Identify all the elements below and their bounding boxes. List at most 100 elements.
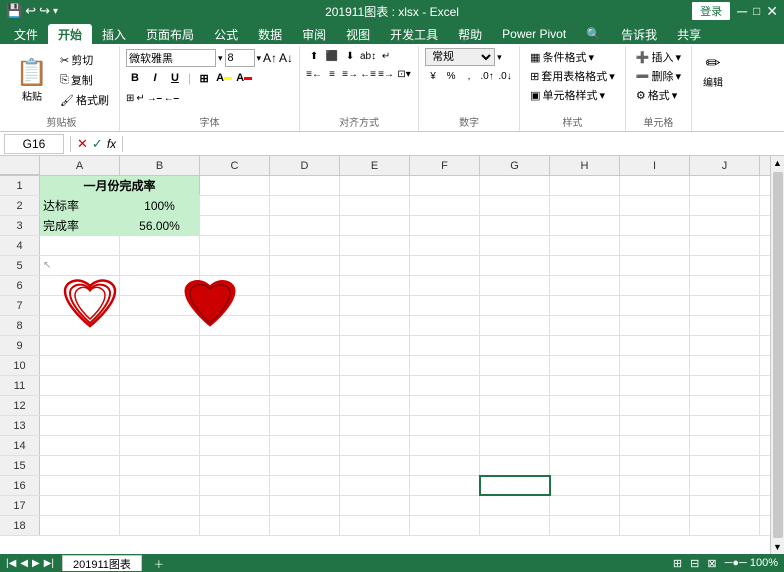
cell-g11[interactable] <box>480 376 550 395</box>
cell-c6[interactable] <box>200 276 270 295</box>
col-header-b[interactable]: B <box>120 156 200 175</box>
redo-icon[interactable]: ↪ <box>39 3 50 19</box>
cell-g9[interactable] <box>480 336 550 355</box>
cell-f6[interactable] <box>410 276 480 295</box>
scroll-down-button[interactable]: ▼ <box>771 540 784 554</box>
cell-j2[interactable] <box>690 196 760 215</box>
text-direction-button[interactable]: ab↕ <box>360 48 376 64</box>
sheet-nav-prev[interactable]: ◀ <box>20 558 28 569</box>
cell-e5[interactable] <box>340 256 410 275</box>
undo-icon[interactable]: ↩ <box>25 3 36 19</box>
cell-f2[interactable] <box>410 196 480 215</box>
cell-i8[interactable] <box>620 316 690 335</box>
zoom-slider[interactable]: ─●─ 100% <box>725 557 778 570</box>
cell-d5[interactable] <box>270 256 340 275</box>
cell-style-button[interactable]: ▣ 单元格样式▾ <box>526 86 619 104</box>
cell-j11[interactable] <box>690 376 760 395</box>
cell-j4[interactable] <box>690 236 760 255</box>
cell-i9[interactable] <box>620 336 690 355</box>
cell-c5[interactable] <box>200 256 270 275</box>
cell-d7[interactable] <box>270 296 340 315</box>
row-header-18[interactable]: 18 <box>0 516 40 535</box>
align-center-button[interactable]: ≡ <box>324 66 340 82</box>
underline-button[interactable]: U <box>166 69 184 87</box>
close-icon[interactable]: ✕ <box>766 3 778 20</box>
cut-button[interactable]: ✂ 剪切 <box>56 51 113 69</box>
cell-b11[interactable] <box>120 376 200 395</box>
cell-c9[interactable] <box>200 336 270 355</box>
cell-i1[interactable] <box>620 176 690 195</box>
cell-i6[interactable] <box>620 276 690 295</box>
cell-g7[interactable] <box>480 296 550 315</box>
comma-button[interactable]: , <box>461 68 477 84</box>
cell-j9[interactable] <box>690 336 760 355</box>
font-size-decrease-icon[interactable]: A↓ <box>279 51 293 65</box>
align-top-button[interactable]: ⬆ <box>306 48 322 64</box>
tab-share[interactable]: 共享 <box>667 24 711 44</box>
tab-home[interactable]: 开始 <box>48 24 92 44</box>
sheet-tab-1[interactable]: 201911图表 <box>62 555 142 571</box>
normal-view-button[interactable]: ⊞ <box>673 557 682 570</box>
cell-c3[interactable] <box>200 216 270 235</box>
font-size-input[interactable] <box>225 49 255 67</box>
col-header-d[interactable]: D <box>270 156 340 175</box>
increase-indent-btn[interactable]: ≡→ <box>378 66 394 82</box>
cell-a5[interactable]: ↖ <box>40 256 120 275</box>
row-header-11[interactable]: 11 <box>0 376 40 395</box>
tab-data[interactable]: 数据 <box>248 24 292 44</box>
border-button[interactable]: ⊞ <box>195 69 213 87</box>
page-layout-view-button[interactable]: ⊟ <box>690 557 699 570</box>
cell-h7[interactable] <box>550 296 620 315</box>
row-header-8[interactable]: 8 <box>0 316 40 335</box>
col-header-h[interactable]: H <box>550 156 620 175</box>
decrease-indent-btn[interactable]: ←≡ <box>360 66 376 82</box>
font-family-input[interactable] <box>126 49 216 67</box>
cell-j7[interactable] <box>690 296 760 315</box>
cell-e4[interactable] <box>340 236 410 255</box>
cell-b2[interactable]: 100% <box>120 196 200 215</box>
cell-a4[interactable] <box>40 236 120 255</box>
cell-i7[interactable] <box>620 296 690 315</box>
sheet-nav-next[interactable]: ▶ <box>32 558 40 569</box>
copy-button[interactable]: ⎘ 复制 <box>56 71 113 89</box>
cancel-formula-icon[interactable]: ✕ <box>77 136 88 152</box>
cell-j5[interactable] <box>690 256 760 275</box>
row-header-15[interactable]: 15 <box>0 456 40 475</box>
cell-f3[interactable] <box>410 216 480 235</box>
format-cells-button[interactable]: ⚙ 格式▾ <box>632 86 685 104</box>
formula-input[interactable] <box>129 134 780 154</box>
cell-h2[interactable] <box>550 196 620 215</box>
align-left-button[interactable]: ≡← <box>306 66 322 82</box>
row-header-12[interactable]: 12 <box>0 396 40 415</box>
cell-e3[interactable] <box>340 216 410 235</box>
wrap-text-icon[interactable]: ↵ <box>136 93 144 104</box>
cell-a2[interactable]: 达标率 <box>40 196 120 215</box>
cell-h4[interactable] <box>550 236 620 255</box>
row-header-6[interactable]: 6 <box>0 276 40 295</box>
cell-b7[interactable] <box>120 296 200 315</box>
conditional-format-button[interactable]: ▦ 条件格式▾ <box>526 48 619 66</box>
cell-e11[interactable] <box>340 376 410 395</box>
merge-cell-icon[interactable]: ⊞ <box>126 93 134 104</box>
cell-h1[interactable] <box>550 176 620 195</box>
cell-a7[interactable] <box>40 296 120 315</box>
cell-g1[interactable] <box>480 176 550 195</box>
cell-j6[interactable] <box>690 276 760 295</box>
tab-formula[interactable]: 公式 <box>204 24 248 44</box>
cell-c1[interactable] <box>200 176 270 195</box>
cell-c8[interactable] <box>200 316 270 335</box>
cell-c10[interactable] <box>200 356 270 375</box>
format-painter-button[interactable]: 🖌 格式刷 <box>56 91 113 109</box>
align-middle-button[interactable]: ⬛ <box>324 48 340 64</box>
cell-f1[interactable] <box>410 176 480 195</box>
cell-h8[interactable] <box>550 316 620 335</box>
cell-h10[interactable] <box>550 356 620 375</box>
table-format-button[interactable]: ⊞ 套用表格格式▾ <box>526 67 619 85</box>
cell-a3[interactable]: 完成率 <box>40 216 120 235</box>
tab-file[interactable]: 文件 <box>4 24 48 44</box>
delete-cells-button[interactable]: ➖ 删除▾ <box>632 67 685 85</box>
cell-d4[interactable] <box>270 236 340 255</box>
cell-g4[interactable] <box>480 236 550 255</box>
italic-button[interactable]: I <box>146 69 164 87</box>
col-header-j[interactable]: J <box>690 156 760 175</box>
